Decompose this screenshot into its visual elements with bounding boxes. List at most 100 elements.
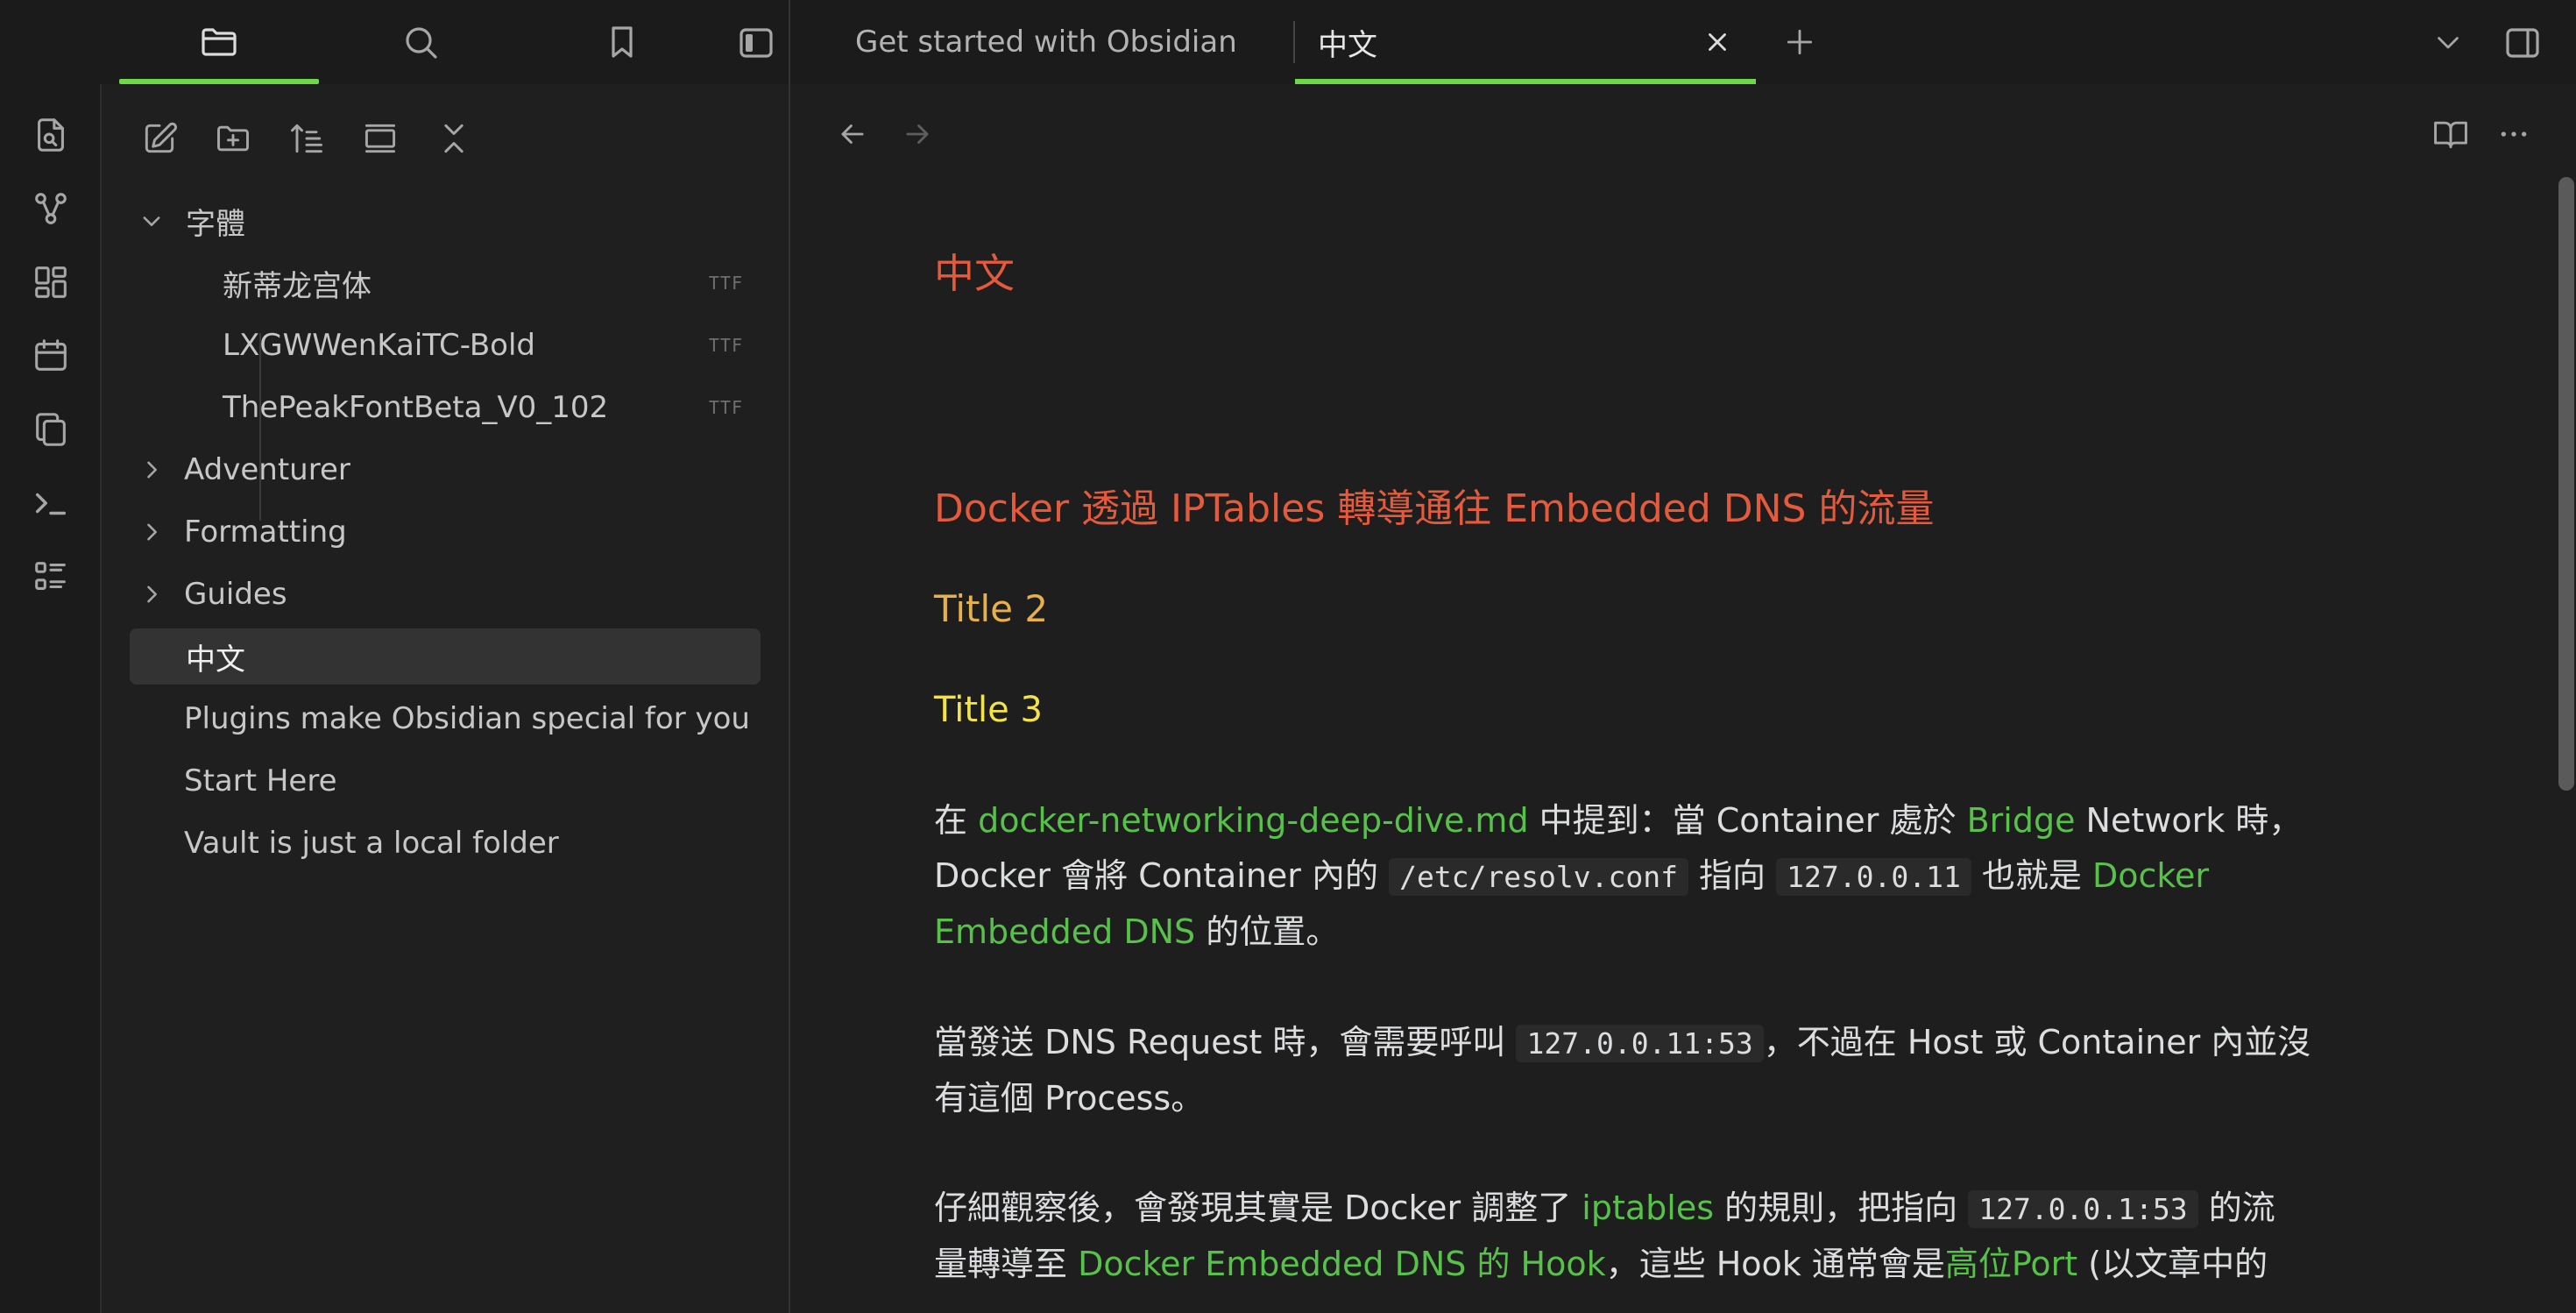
tab-chinese[interactable]: 中文 [1295, 0, 1756, 84]
text: Docker 會將 Container 內的 [934, 856, 1390, 895]
internal-link[interactable]: Bridge [1967, 801, 2076, 840]
file-chinese[interactable]: 中文 [130, 628, 761, 685]
switcher-icon [38, 118, 64, 152]
internal-link[interactable]: iptables [1582, 1189, 1714, 1227]
file-explorer: 字體 新蒂龙宫体 TTF LXGWWenKaiTC-Bold TTF ThePe… [102, 84, 790, 1313]
tab-files[interactable] [119, 0, 319, 84]
paragraph-1: 在 docker-networking-deep-dive.md 中提到：當 C… [934, 793, 2424, 960]
plus-icon [1787, 29, 1813, 55]
sidebar-right-icon [2506, 28, 2539, 58]
text: Network 時， [2075, 801, 2303, 840]
paragraph-line: 量轉導至 Docker Embedded DNS 的 Hook，這些 Hook … [934, 1237, 2424, 1292]
inline-code: 127.0.0.11 [1776, 858, 1971, 896]
tree-item-label: 字體 [186, 206, 245, 242]
sort-icon [291, 124, 322, 153]
ribbon-graph-view[interactable] [26, 184, 75, 233]
scrollbar-thumb[interactable] [2558, 177, 2574, 791]
auto-reveal-button[interactable] [356, 114, 405, 163]
file-vault[interactable]: Vault is just a local folder [130, 815, 761, 871]
tree-item-label: 新蒂龙宫体 [223, 268, 372, 304]
new-note-icon [145, 122, 177, 153]
text: 當發送 DNS Request 時，會需要呼叫 [934, 1023, 1517, 1061]
tree-item-label: Guides [184, 577, 287, 612]
internal-link[interactable]: 高位Port [1945, 1245, 2077, 1283]
arrow-left-icon [841, 124, 864, 144]
heading-title-2: Title 2 [934, 587, 1049, 630]
folder-adventurer[interactable]: Adventurer [130, 442, 761, 498]
collapse-all-icon [444, 124, 464, 153]
tab-bookmarks[interactable] [522, 0, 722, 84]
internal-link[interactable]: docker-networking-deep-dive.md [978, 801, 1528, 840]
paragraph-line: Docker 會將 Container 內的 /etc/resolv.conf … [934, 848, 2424, 905]
tree-item-label: Vault is just a local folder [184, 826, 559, 861]
inline-code: 127.0.0.1:53 [1968, 1190, 2198, 1228]
folder-fonts[interactable]: 字體 [130, 193, 761, 249]
paragraph-line: 當發送 DNS Request 時，會需要呼叫 127.0.0.11:53 ，不過… [934, 1015, 2424, 1071]
terminal-icon [35, 493, 67, 515]
file-lxgw[interactable]: LXGWWenKaiTC-Bold TTF [130, 317, 761, 373]
tab-search[interactable] [321, 0, 520, 84]
inline-code: /etc/resolv.conf [1389, 858, 1688, 896]
ribbon-daily-note[interactable] [26, 331, 75, 380]
outline-icon [35, 562, 66, 590]
ribbon-canvas[interactable] [26, 258, 75, 307]
paragraph-line: 仔細觀察後，會發現其實是 Docker 調整了 iptables 的規則，把指向… [934, 1181, 2424, 1237]
tab-label: Get started with Obsidian [855, 25, 1237, 60]
tab-get-started[interactable]: Get started with Obsidian [824, 0, 1297, 84]
file-xindi[interactable]: 新蒂龙宫体 TTF [130, 255, 761, 311]
internal-link[interactable]: Docker Embedded DNS 的 Hook [1078, 1245, 1606, 1283]
text: 也就是 [1971, 856, 2092, 895]
internal-link[interactable]: Docker [2092, 856, 2209, 895]
paragraph-line: 有這個 Process。 [934, 1071, 2424, 1126]
text: 中提到：當 Container 處於 [1528, 801, 1967, 840]
close-icon [1709, 33, 1726, 51]
paragraph-3: 仔細觀察後，會發現其實是 Docker 調整了 iptables 的規則，把指向… [934, 1181, 2424, 1292]
toggle-right-sidebar-button[interactable] [2499, 19, 2546, 67]
tab-label: 中文 [1318, 27, 1377, 63]
tree-item-label: Plugins make Obsidian special for you [184, 701, 750, 736]
reading-view-button[interactable] [2427, 110, 2474, 158]
close-tab-button[interactable] [1698, 23, 1737, 61]
file-plugins[interactable]: Plugins make Obsidian special for you [130, 691, 761, 747]
tab-list-button[interactable] [2427, 21, 2469, 63]
text: 仔細觀察後，會發現其實是 Docker 調整了 [934, 1189, 1582, 1227]
tree-item-label: Start Here [184, 763, 337, 798]
document-title: 中文 [934, 250, 1015, 297]
internal-link[interactable]: Embedded DNS [934, 912, 1195, 951]
text: ，不過在 Host 或 Container 內並沒 [1763, 1023, 2311, 1061]
text: (以文章中的 [2077, 1245, 2268, 1283]
collapse-all-button[interactable] [429, 114, 478, 163]
forward-button[interactable] [894, 110, 941, 158]
text: 指向 [1688, 856, 1777, 895]
text: 有這個 Process。 [934, 1079, 1205, 1118]
back-button[interactable] [829, 110, 876, 158]
new-folder-button[interactable] [209, 114, 258, 163]
chevron-right-icon [138, 519, 165, 545]
ribbon-templates[interactable] [26, 405, 75, 454]
text: 的規則，把指向 [1714, 1189, 1969, 1227]
chevron-right-icon [138, 457, 165, 483]
book-open-icon [2434, 121, 2467, 149]
paragraph-line: 在 docker-networking-deep-dive.md 中提到：當 C… [934, 793, 2424, 848]
folder-guides[interactable]: Guides [130, 566, 761, 622]
toggle-sidebar-button[interactable] [732, 19, 780, 67]
new-note-button[interactable] [135, 114, 184, 163]
text: ，這些 Hook 通常會是 [1605, 1245, 1945, 1283]
file-start-here[interactable]: Start Here [130, 753, 761, 809]
calendar-icon [35, 339, 67, 371]
ribbon-outline[interactable] [26, 552, 75, 601]
file-extension-badge: TTF [708, 397, 743, 418]
ribbon-command-palette[interactable] [26, 479, 75, 528]
ribbon-quick-switcher[interactable] [26, 110, 75, 160]
file-thepeak[interactable]: ThePeakFontBeta_V0_102 TTF [130, 380, 761, 436]
text: 量轉導至 [934, 1245, 1079, 1283]
folder-formatting[interactable]: Formatting [130, 504, 761, 560]
chevron-down-icon [2438, 37, 2459, 49]
more-options-button[interactable] [2490, 110, 2537, 158]
auto-reveal-icon [364, 124, 396, 153]
sort-button[interactable] [282, 114, 331, 163]
new-tab-button[interactable] [1779, 21, 1821, 63]
heading-docker: Docker 透過 IPTables 轉導通往 Embedded DNS 的流量 [934, 486, 1935, 531]
search-icon [406, 27, 437, 59]
canvas-icon [35, 266, 67, 298]
